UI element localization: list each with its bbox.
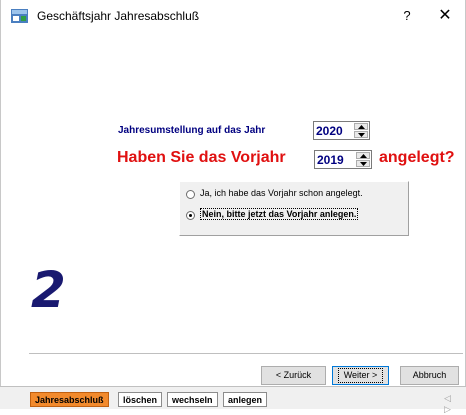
year-value[interactable]: 2020 (316, 124, 343, 138)
cancel-button[interactable]: Abbruch (400, 366, 459, 385)
previous-year-value[interactable]: 2019 (317, 153, 344, 167)
next-button-label[interactable]: Weiter > (337, 368, 384, 383)
tab-strip: Jahresabschluß löschen wechseln anlegen … (0, 386, 466, 414)
question-text-end: angelegt? (379, 149, 455, 166)
year-up-arrow-icon[interactable] (354, 123, 368, 130)
next-button[interactable]: Weiter > (332, 366, 389, 385)
previous-year-up-arrow-icon[interactable] (356, 152, 370, 159)
tab-scroll-arrows-icon[interactable]: ◁ ▷ (444, 393, 466, 415)
dialog-window: Geschäftsjahr Jahresabschluß ? ✕ Jahresu… (0, 0, 466, 386)
tab-anlegen[interactable]: anlegen (223, 392, 268, 407)
previous-year-down-arrow-icon[interactable] (356, 160, 370, 167)
title-bar: Geschäftsjahr Jahresabschluß ? ✕ (1, 0, 465, 32)
tab-loeschen[interactable]: löschen (118, 392, 163, 407)
help-button[interactable]: ? (396, 6, 418, 26)
window-title: Geschäftsjahr Jahresabschluß (37, 9, 200, 23)
year-down-arrow-icon[interactable] (354, 131, 368, 138)
year-label: Jahresumstellung auf das Jahr (118, 125, 266, 136)
radio-label-yes[interactable]: Ja, ich habe das Vorjahr schon angelegt. (200, 188, 363, 198)
step-number: 2 (31, 261, 66, 319)
radio-checked-icon[interactable] (186, 211, 195, 220)
tab-wechseln[interactable]: wechseln (167, 392, 218, 407)
radio-unchecked-icon[interactable] (186, 190, 195, 199)
question-text: Haben Sie das Vorjahr (117, 149, 286, 166)
options-panel: Ja, ich habe das Vorjahr schon angelegt.… (179, 181, 409, 236)
year-spinner[interactable]: 2020 (313, 121, 370, 140)
radio-label-no[interactable]: Nein, bitte jetzt das Vorjahr anlegen. (200, 208, 359, 220)
back-button[interactable]: < Zurück (261, 366, 326, 385)
close-button[interactable]: ✕ (433, 6, 457, 26)
previous-year-spinner[interactable]: 2019 (314, 150, 372, 169)
app-icon (11, 9, 28, 23)
close-icon: ✕ (438, 7, 452, 24)
tab-jahresabschluss[interactable]: Jahresabschluß (30, 392, 109, 407)
separator (29, 353, 463, 354)
